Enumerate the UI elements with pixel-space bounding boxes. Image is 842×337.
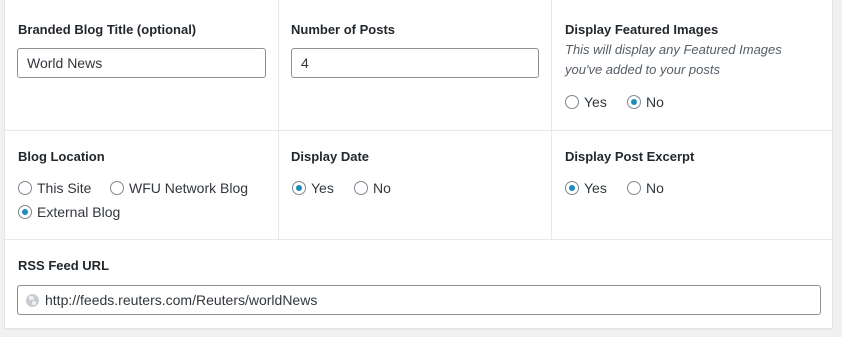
- branded-title-label: Branded Blog Title (optional): [18, 22, 197, 37]
- radio-label: Yes: [311, 180, 334, 196]
- radio-label: Yes: [584, 94, 607, 110]
- radio-button[interactable]: [565, 181, 579, 195]
- column-divider: [551, 0, 552, 239]
- radio-button[interactable]: [565, 95, 579, 109]
- row-divider: [5, 130, 832, 131]
- rss-feed-url: http://feeds.reuters.com/Reuters/worldNe…: [45, 292, 318, 308]
- radio-button[interactable]: [627, 181, 641, 195]
- radio-label: No: [646, 180, 664, 196]
- number-of-posts-input[interactable]: 4: [291, 48, 539, 78]
- row-divider: [5, 239, 832, 240]
- display-date-yes-radio[interactable]: Yes: [292, 180, 334, 196]
- radio-button[interactable]: [354, 181, 368, 195]
- rss-feed-label: RSS Feed URL: [18, 258, 110, 273]
- radio-button[interactable]: [292, 181, 306, 195]
- number-of-posts-label: Number of Posts: [291, 22, 396, 37]
- post-excerpt-no-radio[interactable]: No: [627, 180, 664, 196]
- featured-images-yes-radio[interactable]: Yes: [565, 94, 607, 110]
- branded-title-input[interactable]: World News: [17, 48, 266, 78]
- radio-label: Yes: [584, 180, 607, 196]
- blog-location-label: Blog Location: [18, 149, 105, 164]
- blog-location-external-radio[interactable]: External Blog: [18, 204, 120, 220]
- radio-button[interactable]: [110, 181, 124, 195]
- blog-location-this-site-radio[interactable]: This Site: [18, 180, 91, 196]
- radio-label: WFU Network Blog: [129, 180, 249, 196]
- post-excerpt-label: Display Post Excerpt: [565, 149, 695, 164]
- featured-images-label: Display Featured Images: [565, 22, 719, 37]
- radio-button[interactable]: [18, 181, 32, 195]
- radio-button[interactable]: [627, 95, 641, 109]
- radio-label: No: [373, 180, 391, 196]
- rss-feed-input[interactable]: http://feeds.reuters.com/Reuters/worldNe…: [17, 285, 821, 315]
- post-excerpt-yes-radio[interactable]: Yes: [565, 180, 607, 196]
- radio-label: External Blog: [37, 204, 121, 220]
- radio-label: This Site: [37, 180, 92, 196]
- blog-location-wfu-network-radio[interactable]: WFU Network Blog: [110, 180, 248, 196]
- featured-images-no-radio[interactable]: No: [627, 94, 664, 110]
- featured-images-description: This will display any Featured Images yo…: [565, 40, 782, 80]
- radio-label: No: [646, 94, 664, 110]
- display-date-no-radio[interactable]: No: [354, 180, 391, 196]
- description-line: you've added to your posts: [565, 62, 720, 77]
- column-divider: [278, 0, 279, 239]
- radio-button[interactable]: [18, 205, 32, 219]
- display-date-label: Display Date: [291, 149, 370, 164]
- globe-icon: [26, 293, 39, 307]
- description-line: This will display any Featured Images: [565, 42, 782, 57]
